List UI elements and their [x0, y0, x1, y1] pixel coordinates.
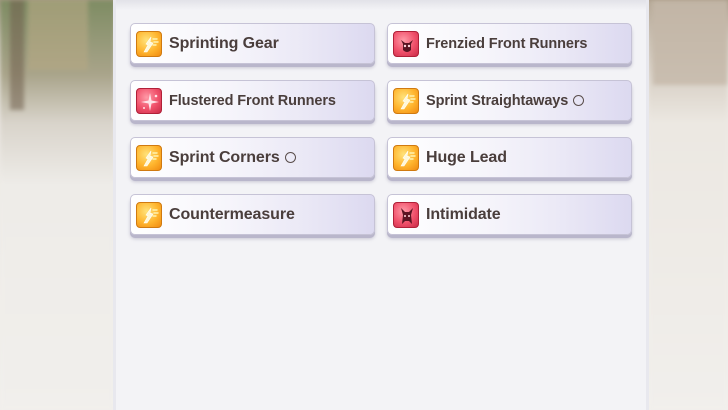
skill-grade-circle: [284, 152, 296, 163]
skill-label: Frenzied Front Runners: [426, 35, 588, 52]
skill-card-sprint-corners[interactable]: Sprint Corners: [130, 137, 375, 178]
skill-label: Sprint Corners: [169, 148, 280, 166]
skill-card-sprint-straightaways[interactable]: Sprint Straightaways: [387, 80, 632, 121]
skill-card-frenzied-front-runners[interactable]: Frenzied Front Runners: [387, 23, 632, 64]
skill-label: Intimidate: [426, 205, 501, 223]
skill-card-flustered-front-runners[interactable]: Flustered Front Runners: [130, 80, 375, 121]
panel-top-strip: [116, 0, 646, 10]
speed-up-icon: [393, 87, 419, 114]
skill-card-countermeasure[interactable]: Countermeasure: [130, 194, 375, 235]
speed-up-icon: [136, 201, 162, 228]
skill-label: Countermeasure: [169, 205, 295, 223]
speed-up-icon: [136, 144, 162, 171]
skill-grade-circle: [573, 95, 585, 106]
skill-label: Huge Lead: [426, 148, 507, 166]
skill-card-huge-lead[interactable]: Huge Lead: [387, 137, 632, 178]
background-beam: [653, 0, 728, 85]
background-scenery-right: [648, 0, 728, 410]
background-scenery-left: [0, 0, 115, 410]
sparkle-debuff-icon: [136, 87, 162, 114]
skill-card-sprinting-gear[interactable]: Sprinting Gear: [130, 23, 375, 64]
skill-card-intimidate[interactable]: Intimidate: [387, 194, 632, 235]
speed-up-icon: [393, 144, 419, 171]
background-post: [10, 0, 24, 110]
devil-icon: [393, 30, 419, 57]
background-window: [28, 0, 88, 70]
wolf-icon: [393, 201, 419, 228]
speed-up-icon: [136, 30, 162, 57]
skill-label: Flustered Front Runners: [169, 92, 336, 109]
skill-label: Sprint Straightaways: [426, 92, 569, 109]
skills-panel: Sprinting Gear Frenzied Front Runners Fl…: [113, 0, 649, 410]
skill-label: Sprinting Gear: [169, 34, 279, 52]
